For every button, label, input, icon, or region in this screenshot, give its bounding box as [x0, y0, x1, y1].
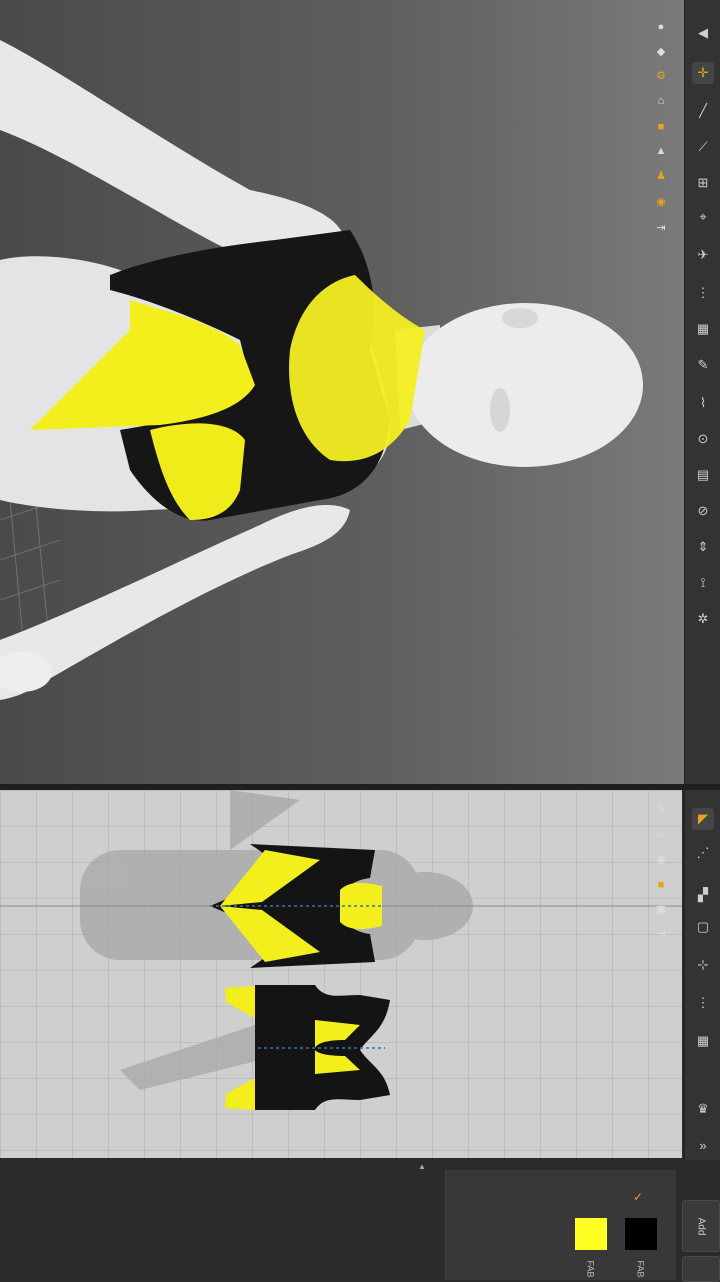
- arrangement-icon[interactable]: ✈: [692, 244, 714, 266]
- add-secondary-button[interactable]: [682, 1256, 720, 1282]
- fabric-swatch-black[interactable]: [625, 1218, 657, 1250]
- viewport-3d[interactable]: ● ◆ ⚙ ⌂ ■ ▲ ♟ ◉ ⇥: [0, 0, 684, 784]
- topstitch-icon[interactable]: ⟟: [692, 572, 714, 594]
- fabric-label-yellow: FAB: [585, 1260, 596, 1278]
- avatar-arm-upper: [0, 40, 345, 267]
- toolbar-3d: ◀ ✛ ╱ ⟋ ⊞ ⌖ ✈ ⋮ ▦ ✎ ⌇ ⊙ ▤ ⊘ ⇕ ⟟ ✲: [684, 0, 720, 784]
- texture-ball-icon[interactable]: ◉: [652, 192, 670, 210]
- viewport-2d[interactable]: ✎ ✂ ◉ ■ ▣ ⇥: [0, 790, 682, 1158]
- export-icon[interactable]: ⇥: [652, 218, 670, 236]
- sewing-icon[interactable]: ✂: [652, 826, 670, 844]
- scroll-indicator-icon[interactable]: ▲: [418, 1162, 428, 1172]
- display-avatar-icon[interactable]: ●: [652, 18, 670, 36]
- toolbar-2d: ◤ ⋰ ▞ ▢ ⊹ ⋮ ▦ ♛ »: [684, 790, 720, 1160]
- export-2d-icon[interactable]: ⇥: [652, 924, 670, 942]
- free-sewing-icon[interactable]: ▦: [692, 1030, 714, 1052]
- pattern-color-icon[interactable]: ◉: [652, 850, 670, 868]
- collapse-icon[interactable]: »: [692, 1134, 714, 1156]
- fabric-list: ✓ FAB FAB: [445, 1170, 676, 1280]
- internal-line-icon[interactable]: ⊹: [692, 954, 714, 976]
- simulate-icon[interactable]: ◀: [692, 22, 714, 44]
- select-move-icon[interactable]: ✛: [692, 62, 714, 84]
- pin-view-icon[interactable]: ▲: [652, 142, 670, 160]
- checkmark-icon: ✓: [633, 1190, 644, 1204]
- fold-icon[interactable]: ⊞: [692, 172, 714, 194]
- fold-arrangement-icon[interactable]: ♛: [692, 1098, 714, 1120]
- fabric-color-icon[interactable]: ■: [652, 876, 670, 894]
- edit-point-icon[interactable]: ⋰: [692, 842, 714, 864]
- edit-icon[interactable]: ✎: [652, 800, 670, 818]
- avatar-3d-scene: [0, 40, 643, 700]
- puckering-icon[interactable]: ⊙: [692, 428, 714, 450]
- edit-pattern-icon[interactable]: ╱: [692, 100, 714, 122]
- pin-icon[interactable]: ⌖: [692, 206, 714, 228]
- button-icon[interactable]: ⊘: [692, 500, 714, 522]
- layer-icon[interactable]: ▣: [652, 900, 670, 918]
- fabric-label-black: FAB: [635, 1260, 646, 1278]
- line-icon[interactable]: ⇕: [692, 536, 714, 558]
- free-tool-icon[interactable]: ✲: [692, 608, 714, 630]
- tack-icon[interactable]: ⋮: [692, 282, 714, 304]
- pattern-2d-scene: [0, 790, 682, 1110]
- gear-icon[interactable]: ⚙: [652, 66, 670, 84]
- avatar-icon[interactable]: ♟: [652, 166, 670, 184]
- fabric-swatch-yellow[interactable]: [575, 1218, 607, 1250]
- brush-icon[interactable]: ✎: [692, 354, 714, 376]
- hanger-icon[interactable]: ⌂: [652, 92, 670, 110]
- measure-icon[interactable]: ⌇: [692, 392, 714, 414]
- transform-pattern-icon[interactable]: ◤: [692, 808, 714, 830]
- display-garment-icon[interactable]: ◆: [652, 42, 670, 60]
- avatar-arm-lower: [0, 505, 350, 700]
- segment-sewing-icon[interactable]: ⋮: [692, 992, 714, 1014]
- segment-icon[interactable]: ⟋: [692, 136, 714, 158]
- texture-icon[interactable]: ▦: [692, 318, 714, 340]
- zipper-icon[interactable]: ▤: [692, 464, 714, 486]
- rectangle-icon[interactable]: ▢: [692, 916, 714, 938]
- add-button[interactable]: Add: [682, 1200, 720, 1252]
- add-label: Add: [695, 1217, 707, 1235]
- polygon-icon[interactable]: ▞: [692, 884, 714, 906]
- fabric-icon[interactable]: ■: [652, 118, 670, 136]
